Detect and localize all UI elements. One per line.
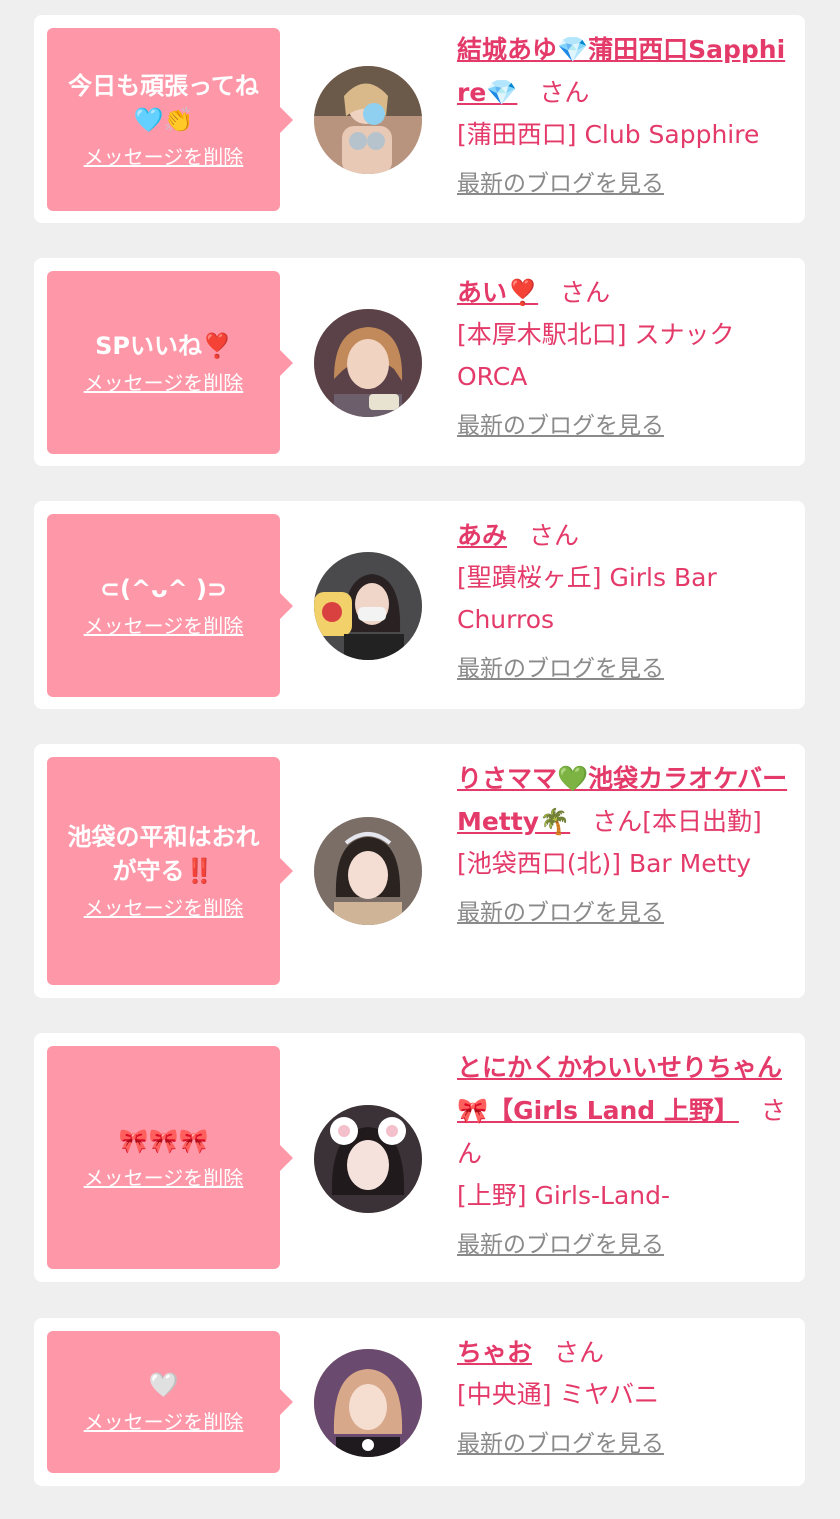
name-suffix: さん (560, 278, 611, 307)
latest-blog-link[interactable]: 最新のブログを見る (457, 410, 664, 442)
avatar[interactable] (314, 817, 422, 925)
message-card: SPいいね❣️ メッセージを削除 あい❣️ さん [本厚木駅北口] スナックORC… (34, 258, 805, 466)
cast-name-line: 結城あゆ💎蒲田西口Sapphire💎 さん (457, 28, 797, 114)
avatar[interactable] (314, 66, 422, 174)
message-card: 池袋の平和はおれが守る‼️ メッセージを削除 りさママ💚池袋カラオケバーMett… (34, 744, 805, 998)
cast-name-link[interactable]: とにかくかわいいせりちゃん🎀【Girls Land 上野】 (457, 1053, 782, 1125)
latest-blog-link[interactable]: 最新のブログを見る (457, 653, 664, 685)
cast-info: りさママ💚池袋カラオケバーMetty🌴 さん[本日出勤] [池袋西口(北)] Ba… (457, 757, 797, 929)
message-text: SPいいね❣️ (95, 331, 232, 360)
cast-name-link[interactable]: あい❣️ (457, 278, 538, 307)
avatar[interactable] (314, 1349, 422, 1457)
cast-status: [本日出勤] (642, 807, 762, 836)
message-text: 🤍 (148, 1371, 179, 1399)
latest-blog-link[interactable]: 最新のブログを見る (457, 1229, 664, 1261)
cast-name-line: とにかくかわいいせりちゃん🎀【Girls Land 上野】 さん (457, 1046, 797, 1175)
shop-name: [蒲田西口] Club Sapphire (457, 120, 760, 149)
name-suffix: さん (554, 1338, 605, 1367)
shop-name: [聖蹟桜ヶ丘] Girls Bar Churros (457, 563, 717, 634)
cast-info: あみ さん [聖蹟桜ヶ丘] Girls Bar Churros 最新のブログを見る (457, 514, 797, 685)
latest-blog-link[interactable]: 最新のブログを見る (457, 897, 664, 929)
avatar[interactable] (314, 1105, 422, 1213)
name-suffix: さん (592, 807, 643, 836)
cast-name-line: りさママ💚池袋カラオケバーMetty🌴 さん[本日出勤] (457, 757, 797, 843)
cast-info: 結城あゆ💎蒲田西口Sapphire💎 さん [蒲田西口] Club Sapphir… (457, 28, 797, 200)
message-text: 池袋の平和はおれが守る‼️ (67, 823, 260, 885)
message-card: 🎀🎀🎀 メッセージを削除 とにかくかわいいせりちゃん🎀【Girls Land 上… (34, 1033, 805, 1282)
shop-name: [上野] Girls-Land- (457, 1181, 671, 1210)
message-bubble: 🎀🎀🎀 メッセージを削除 (47, 1046, 293, 1269)
latest-blog-link[interactable]: 最新のブログを見る (457, 168, 664, 200)
message-bubble: 池袋の平和はおれが守る‼️ メッセージを削除 (47, 757, 293, 985)
delete-message-link[interactable]: メッセージを削除 (84, 1408, 244, 1436)
cast-name-link[interactable]: 結城あゆ💎蒲田西口Sapphire💎 (457, 35, 785, 107)
avatar[interactable] (314, 309, 422, 417)
name-suffix: さん (529, 521, 580, 550)
cast-name-link[interactable]: あみ (457, 521, 507, 550)
message-text: 🎀🎀🎀 (118, 1126, 209, 1155)
latest-blog-link[interactable]: 最新のブログを見る (457, 1428, 664, 1460)
delete-message-link[interactable]: メッセージを削除 (84, 143, 244, 171)
delete-message-link[interactable]: メッセージを削除 (84, 894, 244, 922)
message-card: ⊂(^ᴗ^ )⊃ メッセージを削除 あみ さん [聖蹟桜ヶ丘] Girls Bar… (34, 501, 805, 709)
cast-name-link[interactable]: ちゃお (457, 1338, 532, 1367)
name-suffix: さん (539, 78, 590, 107)
delete-message-link[interactable]: メッセージを削除 (84, 1164, 244, 1192)
cast-info: とにかくかわいいせりちゃん🎀【Girls Land 上野】 さん [上野] Gir… (457, 1046, 797, 1261)
cast-info: あい❣️ さん [本厚木駅北口] スナックORCA 最新のブログを見る (457, 271, 797, 442)
message-bubble: 🤍 メッセージを削除 (47, 1331, 293, 1473)
cast-name-line: あい❣️ さん (457, 271, 797, 314)
shop-name: [本厚木駅北口] スナックORCA (457, 320, 735, 391)
message-bubble: SPいいね❣️ メッセージを削除 (47, 271, 293, 454)
delete-message-link[interactable]: メッセージを削除 (84, 369, 244, 397)
delete-message-link[interactable]: メッセージを削除 (84, 612, 244, 640)
message-card: 🤍 メッセージを削除 ちゃお さん [中央通] ミヤバニ 最新のブログを見る (34, 1318, 805, 1486)
message-bubble: ⊂(^ᴗ^ )⊃ メッセージを削除 (47, 514, 293, 697)
cast-name-line: あみ さん (457, 514, 797, 557)
message-text: ⊂(^ᴗ^ )⊃ (99, 574, 228, 603)
shop-name: [池袋西口(北)] Bar Metty (457, 849, 752, 878)
avatar[interactable] (314, 552, 422, 660)
cast-info: ちゃお さん [中央通] ミヤバニ 最新のブログを見る (457, 1331, 797, 1460)
message-card: 今日も頑張ってね 🩵👏 メッセージを削除 結城あゆ💎蒲田西口Sapphire💎 さ… (34, 15, 805, 223)
shop-name: [中央通] ミヤバニ (457, 1380, 659, 1409)
message-list: 今日も頑張ってね 🩵👏 メッセージを削除 結城あゆ💎蒲田西口Sapphire💎 さ… (0, 0, 840, 1519)
message-text: 今日も頑張ってね 🩵👏 (68, 71, 259, 134)
message-bubble: 今日も頑張ってね 🩵👏 メッセージを削除 (47, 28, 293, 211)
cast-name-line: ちゃお さん (457, 1331, 797, 1374)
